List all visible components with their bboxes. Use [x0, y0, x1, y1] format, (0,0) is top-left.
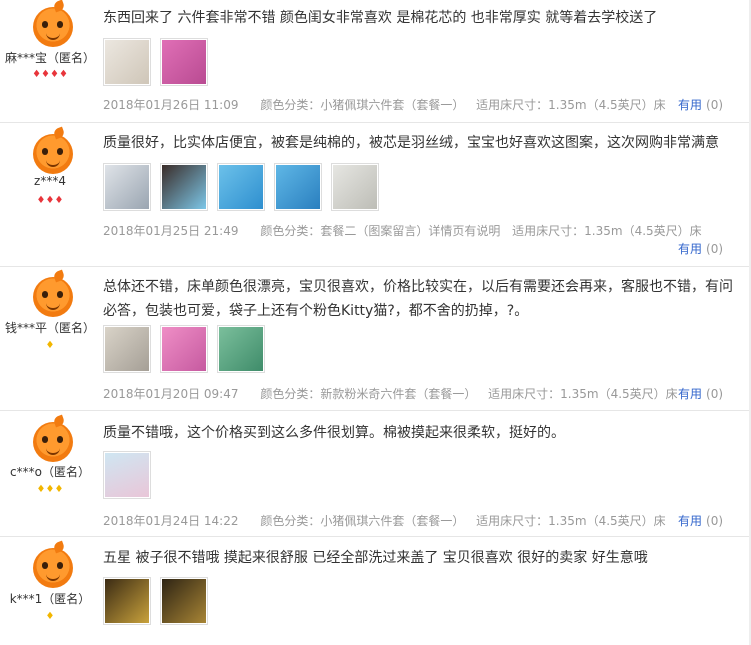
review-item: z***4 ♦♦♦ 质量很好，比实体店便宜，被套是纯棉的，被芯是羽丝绒，宝宝也好… — [0, 123, 751, 267]
review-meta: 2018年01月20日 09:47 颜色分类：新款粉米奇六件套（套餐一） 适用床… — [103, 385, 696, 402]
review-photos — [103, 163, 388, 211]
review-photo-thumb[interactable] — [103, 577, 151, 625]
review-photo-thumb[interactable] — [217, 325, 265, 373]
review-photos — [103, 38, 217, 86]
useful-count: (0) — [706, 242, 724, 256]
review-date: 2018年01月20日 09:47 — [103, 387, 239, 401]
review-size-option: 适用床尺寸：1.35m（4.5英尺）床 — [476, 98, 666, 112]
reviewer-name: 钱***平（匿名） — [4, 321, 95, 335]
review-text: 质量很好，比实体店便宜，被套是纯棉的，被芯是羽丝绒，宝宝也好喜欢这图案，这次网购… — [103, 135, 719, 151]
review-date: 2018年01月24日 14:22 — [103, 514, 239, 528]
avatar[interactable] — [33, 126, 73, 174]
review-text: 东西回来了 六件套非常不错 颜色闺女非常喜欢 是棉花芯的 也非常厚实 就等着去学… — [103, 10, 658, 26]
rank-crown-icon: ♦ — [45, 340, 55, 351]
avatar[interactable] — [33, 540, 73, 588]
review-text: 五星 被子很不错哦 摸起来很舒服 已经全部洗过来盖了 宝贝很喜欢 很好的卖家 好… — [103, 550, 648, 566]
reviewer-name: k***1（匿名） — [9, 592, 91, 606]
review-item: 麻***宝（匿名） ♦♦♦♦ 东西回来了 六件套非常不错 颜色闺女非常喜欢 是棉… — [0, 0, 751, 123]
review-color-option: 颜色分类：新款粉米奇六件套（套餐一） — [260, 387, 477, 401]
review-color-option: 颜色分类：套餐二（图案留言）详情页有说明 — [260, 224, 501, 238]
useful-button[interactable]: 有用 — [678, 387, 702, 401]
useful-vote: 有用 (0) — [678, 512, 723, 529]
review-photo-thumb[interactable] — [103, 451, 151, 499]
review-item: 钱***平（匿名） ♦ 总体还不错，床单颜色很漂亮，宝贝很喜欢，价格比较实在，以… — [0, 267, 751, 411]
review-date: 2018年01月26日 11:09 — [103, 98, 239, 112]
review-text: 质量不错哦，这个价格买到这么多件很划算。棉被摸起来很柔软，挺好的。 — [103, 425, 565, 441]
review-item: k***1（匿名） ♦ 五星 被子很不错哦 摸起来很舒服 已经全部洗过来盖了 宝… — [0, 537, 751, 645]
review-color-option: 颜色分类：小猪佩琪六件套（套餐一） — [260, 98, 465, 112]
reviewer-name: c***o（匿名） — [10, 465, 90, 479]
review-photo-thumb[interactable] — [274, 163, 322, 211]
review-meta: 2018年01月26日 11:09 颜色分类：小猪佩琪六件套（套餐一） 适用床尺… — [103, 96, 684, 113]
review-photo-thumb[interactable] — [160, 163, 208, 211]
useful-vote: 有用 (0) — [678, 385, 723, 402]
review-text: 总体还不错，床单颜色很漂亮，宝贝很喜欢，价格比较实在，以后有需要还会再来，客服也… — [103, 279, 733, 319]
useful-button[interactable]: 有用 — [678, 98, 702, 112]
review-date: 2018年01月25日 21:49 — [103, 224, 239, 238]
review-color-option: 颜色分类：小猪佩琪六件套（套餐一） — [260, 514, 465, 528]
reviewer-name: z***4 — [34, 174, 66, 188]
rank-heart-icon: ♦♦♦♦ — [32, 69, 68, 80]
review-photo-thumb[interactable] — [103, 163, 151, 211]
review-photo-thumb[interactable] — [160, 577, 208, 625]
reviewer-name: 麻***宝（匿名） — [4, 51, 95, 65]
review-size-option: 适用床尺寸：1.35m（4.5英尺）床 — [476, 514, 666, 528]
useful-count: (0) — [706, 514, 724, 528]
review-item: c***o（匿名） ♦♦♦ 质量不错哦，这个价格买到这么多件很划算。棉被摸起来很… — [0, 411, 751, 537]
avatar[interactable] — [33, 0, 73, 47]
review-photos — [103, 577, 217, 625]
review-photo-thumb[interactable] — [103, 38, 151, 86]
review-photos — [103, 451, 160, 499]
rank-crown-icon: ♦ — [45, 611, 55, 622]
review-meta: 2018年01月25日 21:49 颜色分类：套餐二（图案留言）详情页有说明 适… — [103, 222, 720, 239]
review-meta: 2018年01月24日 14:22 颜色分类：小猪佩琪六件套（套餐一） 适用床尺… — [103, 512, 684, 529]
review-size-option: 适用床尺寸：1.35m（4.5英尺）床 — [512, 224, 702, 238]
review-photo-thumb[interactable] — [160, 38, 208, 86]
review-size-option: 适用床尺寸：1.35m（4.5英尺）床 — [488, 387, 678, 401]
useful-count: (0) — [706, 98, 724, 112]
review-photo-thumb[interactable] — [103, 325, 151, 373]
review-photo-thumb[interactable] — [217, 163, 265, 211]
useful-button[interactable]: 有用 — [678, 514, 702, 528]
review-photo-thumb[interactable] — [160, 325, 208, 373]
rank-crown-icon: ♦♦♦ — [36, 484, 64, 495]
useful-count: (0) — [706, 387, 724, 401]
useful-vote: 有用 (0) — [678, 96, 723, 113]
avatar[interactable] — [33, 269, 73, 317]
review-photos — [103, 325, 274, 373]
avatar[interactable] — [33, 414, 73, 462]
useful-vote: 有用 (0) — [678, 240, 723, 257]
useful-button[interactable]: 有用 — [678, 242, 702, 256]
rank-heart-icon: ♦♦♦ — [36, 195, 64, 206]
review-photo-thumb[interactable] — [331, 163, 379, 211]
